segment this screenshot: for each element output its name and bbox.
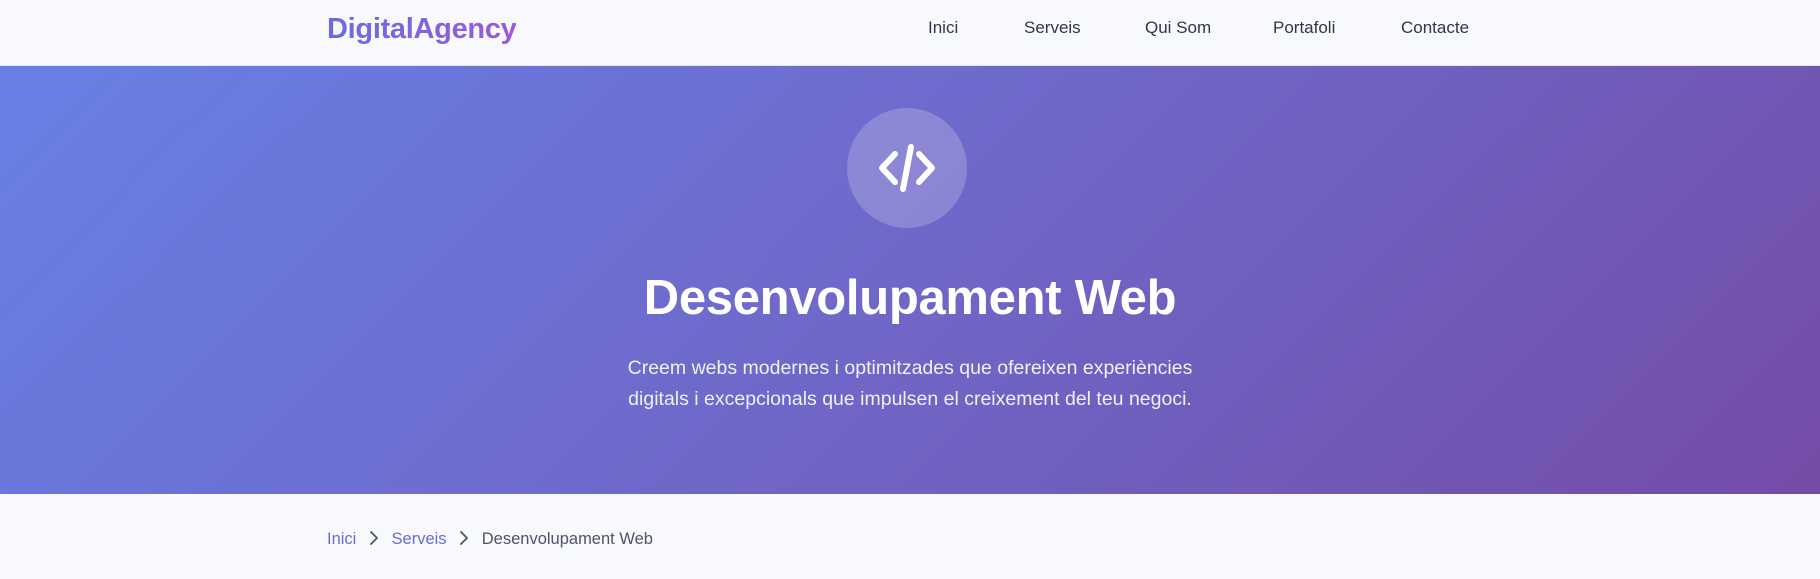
- chevron-right-icon: [451, 529, 477, 551]
- nav-item-contacte[interactable]: Contacte: [1401, 17, 1469, 39]
- hero-description: Creem webs modernes i optimitzades que o…: [627, 357, 1193, 410]
- brand-logo[interactable]: DigitalAgency: [327, 12, 517, 46]
- nav-item-serveis[interactable]: Serveis: [1024, 17, 1081, 39]
- top-navbar: DigitalAgency Inici Serveis Qui Som Port…: [0, 0, 1820, 66]
- breadcrumb-link-inici[interactable]: Inici: [327, 530, 356, 548]
- nav-item-qui-som[interactable]: Qui Som: [1145, 17, 1211, 39]
- breadcrumb-current: Desenvolupament Web: [481, 530, 653, 548]
- breadcrumb-link-serveis[interactable]: Serveis: [392, 530, 447, 548]
- nav-item-inici[interactable]: Inici: [928, 17, 958, 39]
- page-title: Desenvolupament Web: [643, 271, 1177, 325]
- hero-icon-circle: [847, 108, 967, 228]
- nav-item-portafoli[interactable]: Portafoli: [1273, 17, 1335, 39]
- breadcrumb: Inici Serveis Desenvolupament Web: [327, 528, 653, 552]
- code-icon: [879, 144, 935, 192]
- chevron-right-icon: [361, 529, 387, 551]
- hero-section: Desenvolupament Web Creem webs modernes …: [0, 66, 1820, 494]
